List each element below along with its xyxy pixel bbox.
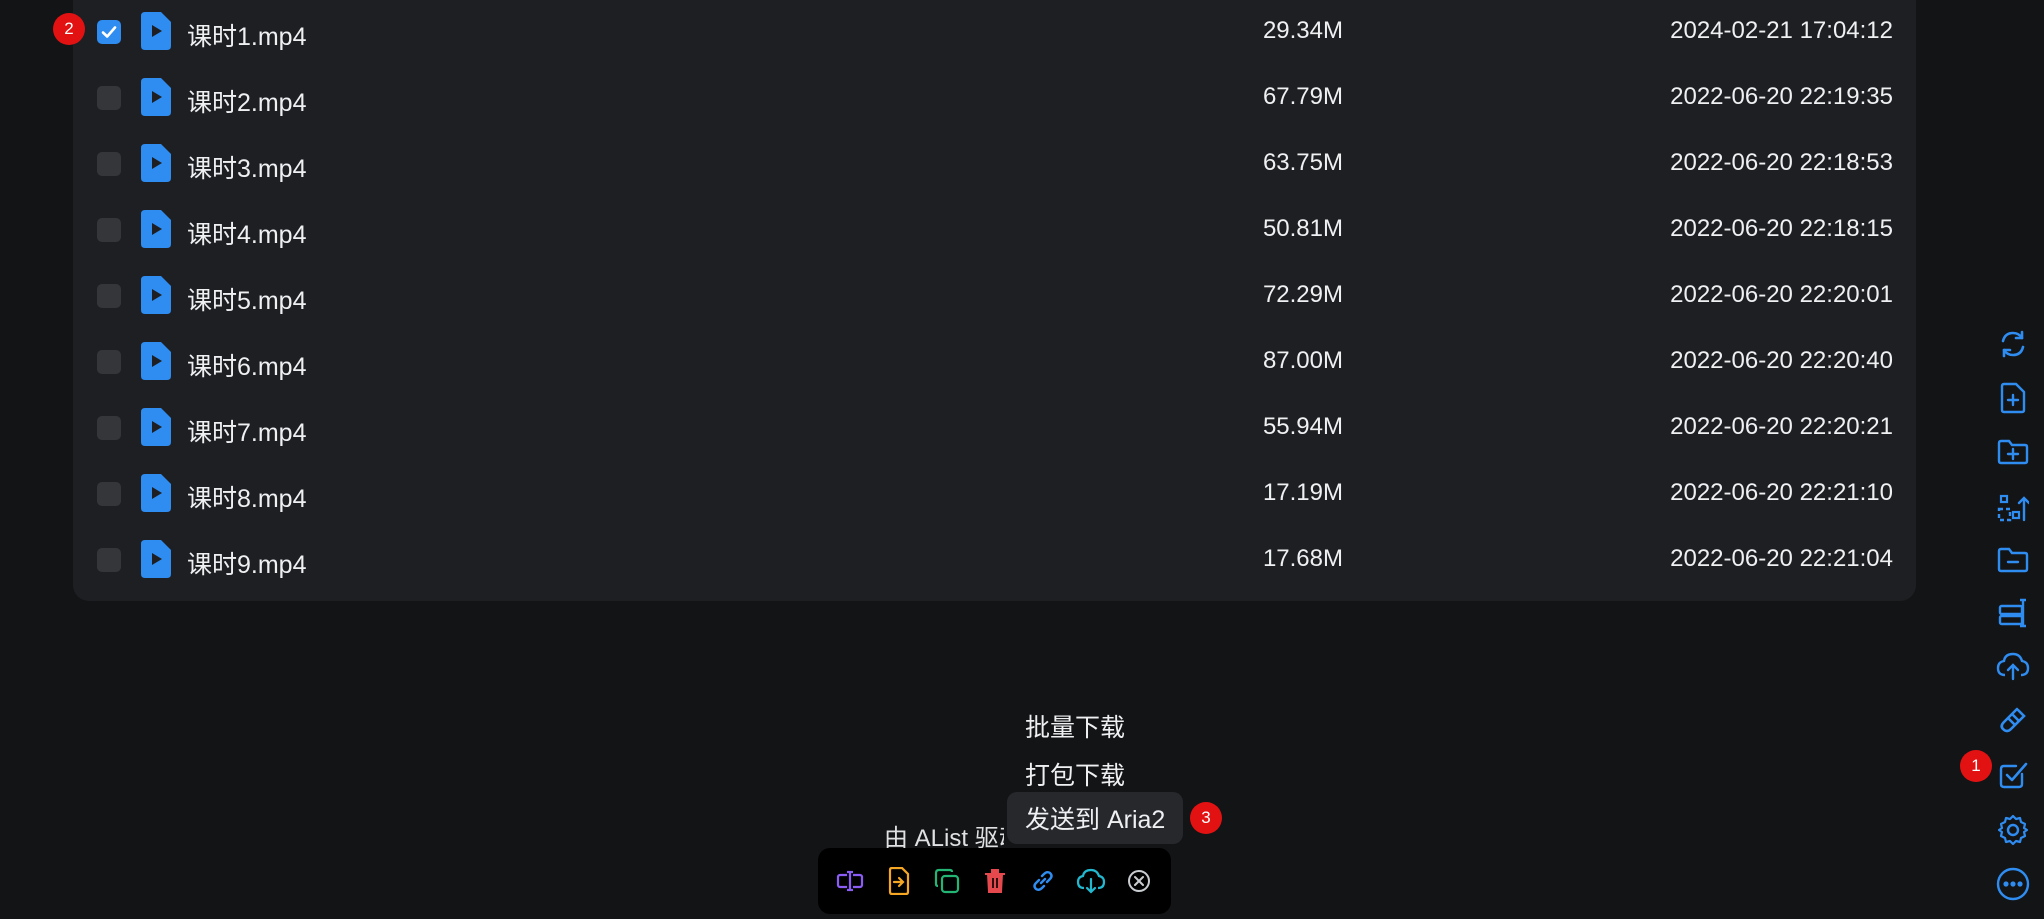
video-file-icon: [141, 210, 171, 248]
copy-link-icon[interactable]: [1028, 866, 1058, 896]
file-name[interactable]: 课时3.mp4: [187, 149, 306, 185]
toggle-checkbox-icon[interactable]: [1996, 758, 2030, 792]
video-file-icon: [141, 78, 171, 116]
row-checkbox[interactable]: [97, 86, 121, 110]
step-marker-3: 3: [1190, 802, 1222, 834]
move-icon[interactable]: [884, 866, 914, 896]
offline-download-icon[interactable]: [1996, 703, 2030, 737]
video-file-icon: [141, 12, 171, 50]
file-row[interactable]: 课时9.mp4 17.68M 2022-06-20 22:21:04: [73, 528, 1916, 594]
file-name[interactable]: 课时6.mp4: [187, 347, 306, 383]
menu-send-to-aria2[interactable]: 发送到 Aria2: [1007, 792, 1184, 844]
file-modified: 2022-06-20 22:20:40: [1670, 347, 1893, 374]
step-marker-1: 1: [1960, 750, 1992, 782]
video-file-icon: [141, 144, 171, 182]
file-modified: 2022-06-20 22:20:21: [1670, 413, 1893, 440]
row-checkbox[interactable]: [97, 284, 121, 308]
file-size: 50.81M: [1262, 215, 1343, 242]
new-folder-icon[interactable]: [1996, 435, 2030, 469]
row-checkbox[interactable]: [97, 218, 121, 242]
file-size: 87.00M: [1262, 347, 1343, 374]
file-modified: 2022-06-20 22:20:01: [1670, 281, 1893, 308]
file-name[interactable]: 课时9.mp4: [187, 545, 306, 581]
close-icon[interactable]: [1124, 866, 1154, 896]
file-name[interactable]: 课时5.mp4: [187, 281, 306, 317]
video-file-icon: [141, 540, 171, 578]
check-icon: [101, 26, 117, 38]
row-checkbox[interactable]: [97, 152, 121, 176]
settings-icon[interactable]: [1996, 813, 2030, 847]
selection-toolbar: [818, 848, 1171, 914]
new-file-icon[interactable]: [1996, 381, 2030, 415]
file-row[interactable]: 课时7.mp4 55.94M 2022-06-20 22:20:21: [73, 396, 1916, 462]
page: 课时1.mp4 29.34M 2024-02-21 17:04:12 课时2.m…: [0, 0, 2044, 919]
file-modified: 2022-06-20 22:18:15: [1670, 215, 1893, 242]
file-row[interactable]: 课时4.mp4 50.81M 2022-06-20 22:18:15: [73, 198, 1916, 264]
file-modified: 2022-06-20 22:18:53: [1670, 149, 1893, 176]
file-size: 55.94M: [1262, 413, 1343, 440]
file-list: 课时1.mp4 29.34M 2024-02-21 17:04:12 课时2.m…: [73, 0, 1916, 601]
file-name[interactable]: 课时1.mp4: [187, 17, 306, 53]
refresh-icon[interactable]: [1996, 327, 2030, 361]
step-marker-2: 2: [53, 13, 85, 45]
row-checkbox[interactable]: [97, 20, 121, 44]
file-size: 72.29M: [1262, 281, 1343, 308]
file-row[interactable]: 课时2.mp4 67.79M 2022-06-20 22:19:35: [73, 66, 1916, 132]
file-row[interactable]: 课时1.mp4 29.34M 2024-02-21 17:04:12: [73, 0, 1916, 66]
more-icon[interactable]: [1996, 867, 2030, 901]
file-row[interactable]: 课时8.mp4 17.19M 2022-06-20 22:21:10: [73, 462, 1916, 528]
file-name[interactable]: 课时8.mp4: [187, 479, 306, 515]
upload-icon[interactable]: [1996, 650, 2030, 684]
file-row[interactable]: 课时6.mp4 87.00M 2022-06-20 22:20:40: [73, 330, 1916, 396]
file-size: 29.34M: [1262, 17, 1343, 44]
recursive-move-icon[interactable]: [1996, 491, 2030, 525]
row-checkbox[interactable]: [97, 548, 121, 572]
file-row[interactable]: 课时3.mp4 63.75M 2022-06-20 22:18:53: [73, 132, 1916, 198]
copy-icon[interactable]: [932, 866, 962, 896]
file-size: 17.19M: [1262, 479, 1343, 506]
video-file-icon: [141, 342, 171, 380]
batch-rename-icon[interactable]: [1996, 596, 2030, 630]
file-modified: 2022-06-20 22:21:04: [1670, 545, 1893, 572]
rename-icon[interactable]: [835, 866, 865, 896]
video-file-icon: [141, 474, 171, 512]
file-name[interactable]: 课时4.mp4: [187, 215, 306, 251]
video-file-icon: [141, 408, 171, 446]
video-file-icon: [141, 276, 171, 314]
row-checkbox[interactable]: [97, 482, 121, 506]
download-icon[interactable]: [1076, 866, 1106, 896]
row-checkbox[interactable]: [97, 350, 121, 374]
delete-icon[interactable]: [980, 866, 1010, 896]
menu-batch-download[interactable]: 批量下载: [1007, 700, 1143, 752]
file-size: 17.68M: [1262, 545, 1343, 572]
file-row[interactable]: 课时5.mp4 72.29M 2022-06-20 22:20:01: [73, 264, 1916, 330]
file-name[interactable]: 课时2.mp4: [187, 83, 306, 119]
file-size: 63.75M: [1262, 149, 1343, 176]
file-name[interactable]: 课时7.mp4: [187, 413, 306, 449]
file-size: 67.79M: [1262, 83, 1343, 110]
remove-empty-folder-icon[interactable]: [1996, 543, 2030, 577]
row-checkbox[interactable]: [97, 416, 121, 440]
file-modified: 2022-06-20 22:21:10: [1670, 479, 1893, 506]
file-modified: 2024-02-21 17:04:12: [1670, 17, 1893, 44]
file-modified: 2022-06-20 22:19:35: [1670, 83, 1893, 110]
